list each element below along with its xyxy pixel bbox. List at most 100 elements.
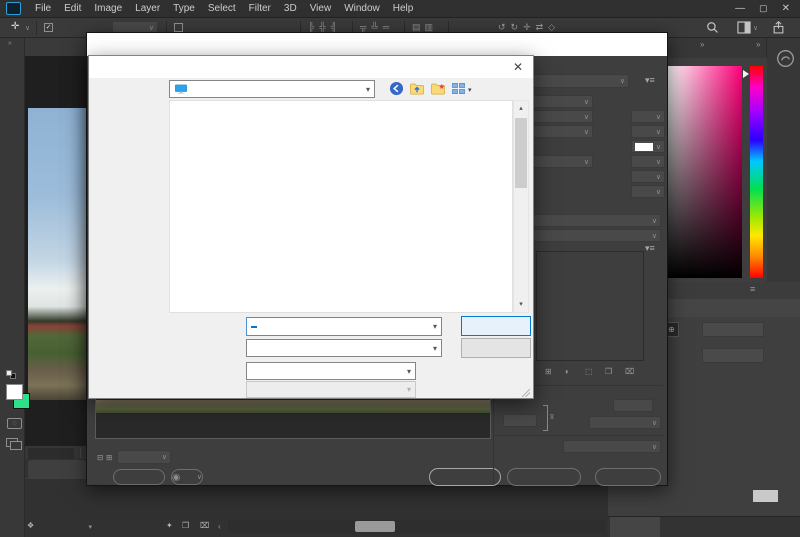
status-zoom-level[interactable] xyxy=(28,448,74,459)
tab-layers[interactable] xyxy=(610,517,660,537)
panel-menu-icon[interactable]: ≡ xyxy=(750,284,755,294)
align-icons[interactable]: ╠╬╣ xyxy=(308,22,342,32)
sfw-save-button[interactable] xyxy=(429,468,501,486)
scroll-up-icon[interactable]: ▴ xyxy=(514,101,528,116)
file-name-input[interactable]: ▾ xyxy=(246,317,442,336)
hue-strip[interactable] xyxy=(750,66,763,278)
matte-color xyxy=(635,143,653,151)
auto-select-checkbox[interactable]: ✓ xyxy=(44,23,53,32)
cancel-button[interactable] xyxy=(461,338,531,358)
resize-grip[interactable] xyxy=(521,388,530,397)
divider xyxy=(80,448,81,458)
workspace-chevron-icon[interactable]: ∨ xyxy=(753,24,758,32)
shift-web-icon[interactable]: ◐ xyxy=(565,367,570,376)
photoshop-logo-icon xyxy=(6,2,21,15)
save-button[interactable] xyxy=(461,316,531,336)
link-icon[interactable]: ∞ xyxy=(547,414,556,420)
lock-color-icon[interactable]: ⬚ xyxy=(585,367,593,376)
delete-color-icon[interactable]: ⌧ xyxy=(625,367,634,376)
menu-layer[interactable]: Layer xyxy=(129,3,166,14)
scroll-left-icon[interactable]: ‹ xyxy=(218,522,221,531)
timeline-scroll-thumb[interactable] xyxy=(355,521,395,532)
matte-swatch[interactable]: ∨ xyxy=(631,140,665,153)
color-table-menu-icon[interactable]: ▾≡ xyxy=(645,243,655,254)
timeline-scrollbar[interactable] xyxy=(228,520,606,533)
last-folder-icon[interactable] xyxy=(389,81,404,96)
tool-strip: » xyxy=(0,38,25,537)
colors-field[interactable]: ∨ xyxy=(631,110,665,123)
panel-scroll-thumb[interactable] xyxy=(753,490,778,502)
sfw-cancel-button[interactable] xyxy=(507,468,581,486)
scroll-thumb[interactable] xyxy=(515,118,527,188)
quality-dropdown[interactable]: ∨ xyxy=(589,416,661,429)
menu-type[interactable]: Type xyxy=(167,3,201,14)
workspace-switcher-icon[interactable] xyxy=(737,21,751,34)
view-menu-icon[interactable] xyxy=(451,81,466,96)
snap-palette-icon[interactable]: ⊞ xyxy=(545,367,552,376)
preview-in-browser-button[interactable] xyxy=(113,469,165,485)
browser-preview-dropdown[interactable]: ◉∨ xyxy=(171,469,203,485)
menu-view[interactable]: View xyxy=(304,3,338,14)
web-snap-field[interactable]: ∨ xyxy=(631,170,665,183)
list-scrollbar[interactable]: ▴ ▾ xyxy=(513,100,529,313)
dialog-title-bar[interactable]: ✕ xyxy=(89,56,533,78)
menu-help[interactable]: Help xyxy=(387,3,420,14)
timeline-loop-dropdown[interactable]: ▾ xyxy=(44,520,92,533)
delete-frame-icon[interactable]: ⌧ xyxy=(200,521,209,530)
share-icon[interactable] xyxy=(772,21,785,34)
tween-icon[interactable]: ✦ xyxy=(166,521,173,530)
foreground-color-swatch[interactable] xyxy=(6,384,23,400)
view-menu-chevron-icon[interactable]: ▾ xyxy=(468,86,472,94)
percent-field[interactable] xyxy=(613,399,653,412)
zoom-out-icon[interactable]: ⊟ xyxy=(97,453,103,462)
settings-dropdown[interactable]: ▾ xyxy=(246,362,416,380)
collapse-dock-icon[interactable]: » xyxy=(756,40,760,49)
scroll-down-icon[interactable]: ▾ xyxy=(514,297,528,312)
menu-filter[interactable]: Filter xyxy=(243,3,277,14)
hue-slider-marker[interactable] xyxy=(743,70,749,78)
quick-mask-icon[interactable]: ◌ xyxy=(7,418,22,429)
default-colors-icon[interactable] xyxy=(6,370,18,380)
duplicate-frame-icon[interactable]: ❐ xyxy=(182,521,189,530)
menu-window[interactable]: Window xyxy=(338,3,386,14)
file-list[interactable] xyxy=(169,100,513,313)
toolstrip-chevron-icon[interactable]: » xyxy=(8,40,12,47)
distribute-icons[interactable]: ╦╩═ xyxy=(360,22,394,32)
y-field[interactable] xyxy=(702,348,764,363)
tab-timeline[interactable] xyxy=(28,460,86,478)
lossy-field[interactable]: ∨ xyxy=(631,185,665,198)
dither-field[interactable]: ∨ xyxy=(631,125,665,138)
menu-image[interactable]: Image xyxy=(88,3,128,14)
menu-3d[interactable]: 3D xyxy=(278,3,303,14)
menu-edit[interactable]: Edit xyxy=(58,3,87,14)
sfw-title-bar[interactable] xyxy=(87,33,667,56)
screen-mode-icon[interactable] xyxy=(6,438,22,450)
zoom-in-icon[interactable]: ⊞ xyxy=(106,453,112,462)
sfw-done-button[interactable] xyxy=(595,468,661,486)
convert-timeline-icon[interactable]: ❖ xyxy=(27,521,34,530)
save-in-dropdown[interactable]: ▾ xyxy=(169,80,375,98)
looping-options-dropdown[interactable]: ∨ xyxy=(563,440,661,453)
color-picker-gradient[interactable] xyxy=(668,66,742,278)
preset-menu-icon[interactable]: ▾≡ xyxy=(645,75,655,86)
dialog-close-icon[interactable]: ✕ xyxy=(513,60,523,74)
close-button[interactable]: ✕ xyxy=(782,3,790,14)
new-color-icon[interactable]: ❐ xyxy=(605,367,612,376)
menu-select[interactable]: Select xyxy=(202,3,242,14)
format-dropdown[interactable]: ▾ xyxy=(246,339,442,357)
libraries-panel-icon[interactable] xyxy=(776,49,795,68)
search-icon[interactable] xyxy=(706,21,719,34)
up-one-level-icon[interactable] xyxy=(409,81,425,96)
show-transform-controls-checkbox[interactable] xyxy=(174,23,183,32)
image-height-field[interactable] xyxy=(503,414,537,427)
collapse-panels-icon[interactable]: » xyxy=(700,40,704,49)
tool-preset-chevron-icon[interactable]: ∨ xyxy=(25,24,30,32)
sfw-zoom-dropdown[interactable]: ∨ xyxy=(117,450,171,464)
amount-field[interactable]: ∨ xyxy=(631,155,665,168)
menu-file[interactable]: File xyxy=(29,3,57,14)
new-folder-icon[interactable] xyxy=(430,81,446,96)
maximize-button[interactable]: ▢ xyxy=(759,3,768,14)
window-controls: — ▢ ✕ xyxy=(735,3,800,14)
height-field[interactable] xyxy=(702,322,764,337)
minimize-button[interactable]: — xyxy=(735,3,745,14)
